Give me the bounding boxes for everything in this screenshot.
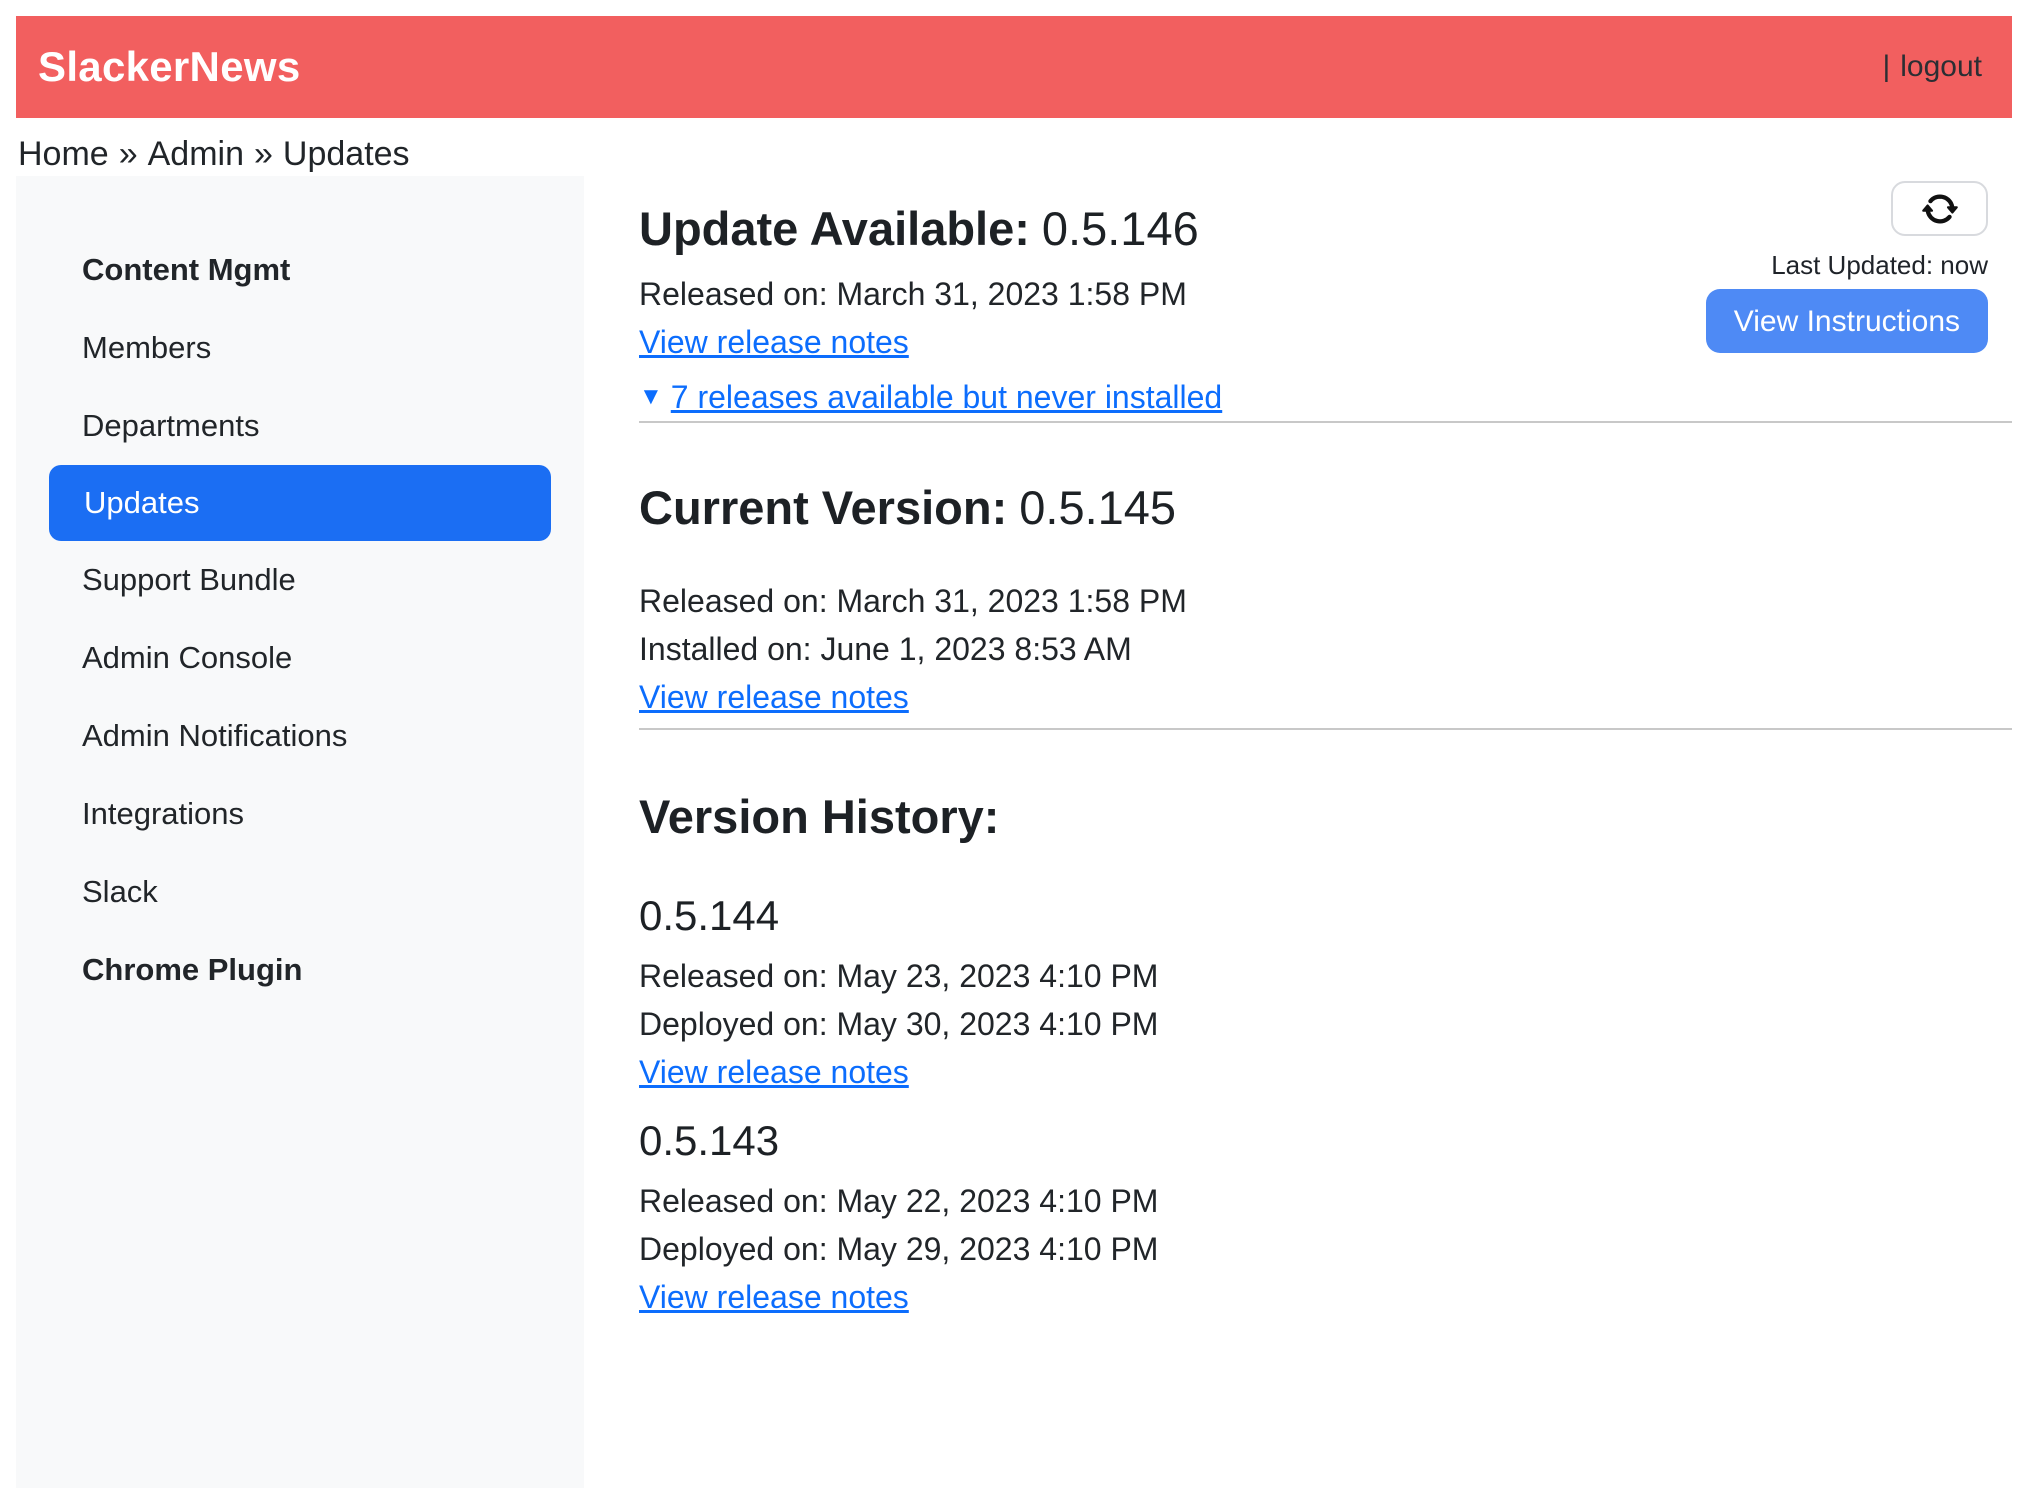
current-version-section: Current Version:0.5.145 Released on: Mar… bbox=[639, 479, 2012, 728]
history-released-on: Released on: May 23, 2023 4:10 PM bbox=[639, 952, 2012, 1000]
caret-down-icon: ▼ bbox=[639, 373, 663, 421]
section-divider bbox=[639, 728, 2012, 730]
current-version-label: Current Version: bbox=[639, 481, 1007, 534]
breadcrumb-separator: » bbox=[254, 135, 273, 173]
sidebar-item-members[interactable]: Members bbox=[16, 309, 584, 387]
sidebar-item-admin-console[interactable]: Admin Console bbox=[16, 619, 584, 697]
releases-toggle-line: ▼ 7 releases available but never install… bbox=[639, 373, 2012, 421]
current-released-on: Released on: March 31, 2023 1:58 PM bbox=[639, 577, 2012, 625]
app-title: SlackerNews bbox=[38, 43, 300, 91]
logout-area: | logout bbox=[1882, 50, 1982, 84]
sidebar-item-admin-notifications[interactable]: Admin Notifications bbox=[16, 697, 584, 775]
breadcrumb-home[interactable]: Home bbox=[18, 135, 109, 173]
logout-separator: | bbox=[1882, 50, 1890, 84]
view-release-notes-link[interactable]: View release notes bbox=[639, 1054, 909, 1090]
top-header-bar: SlackerNews | logout bbox=[16, 16, 2012, 118]
sidebar: Content Mgmt Members Departments Updates… bbox=[16, 176, 584, 1488]
last-updated-text: Last Updated: now bbox=[1771, 252, 1988, 278]
current-version-number: 0.5.145 bbox=[1019, 481, 1176, 534]
view-release-notes-link[interactable]: View release notes bbox=[639, 324, 909, 360]
section-divider bbox=[639, 421, 2012, 423]
sidebar-item-slack[interactable]: Slack bbox=[16, 853, 584, 931]
page: SlackerNews | logout Home»Admin»Updates … bbox=[0, 0, 2028, 1510]
history-deployed-on: Deployed on: May 30, 2023 4:10 PM bbox=[639, 1000, 2012, 1048]
refresh-icon bbox=[1922, 191, 1958, 227]
refresh-button[interactable] bbox=[1891, 181, 1988, 236]
content-layout: Content Mgmt Members Departments Updates… bbox=[16, 176, 2012, 1488]
version-history-section: Version History: 0.5.144 Released on: Ma… bbox=[639, 788, 2012, 1328]
history-version-number: 0.5.144 bbox=[639, 890, 2012, 942]
update-check-panel: Last Updated: now View Instructions bbox=[1706, 181, 1988, 353]
history-released-on: Released on: May 22, 2023 4:10 PM bbox=[639, 1177, 2012, 1225]
view-release-notes-link[interactable]: View release notes bbox=[639, 679, 909, 715]
view-release-notes-link[interactable]: View release notes bbox=[639, 1279, 909, 1315]
breadcrumb-admin[interactable]: Admin bbox=[148, 135, 244, 173]
history-version-number: 0.5.143 bbox=[639, 1115, 2012, 1167]
releases-toggle-link[interactable]: 7 releases available but never installed bbox=[671, 373, 1222, 421]
breadcrumb: Home » Admin » Updates bbox=[16, 118, 2012, 176]
view-instructions-button[interactable]: View Instructions bbox=[1706, 289, 1988, 353]
current-installed-on: Installed on: June 1, 2023 8:53 AM bbox=[639, 625, 2012, 673]
sidebar-item-updates[interactable]: Updates bbox=[49, 465, 551, 541]
version-history-heading: Version History: bbox=[639, 788, 2012, 846]
sidebar-item-integrations[interactable]: Integrations bbox=[16, 775, 584, 853]
breadcrumb-updates[interactable]: Updates bbox=[283, 135, 410, 173]
history-deployed-on: Deployed on: May 29, 2023 4:10 PM bbox=[639, 1225, 2012, 1273]
version-history-entry: 0.5.144 Released on: May 23, 2023 4:10 P… bbox=[639, 890, 2012, 1103]
sidebar-item-chrome-plugin[interactable]: Chrome Plugin bbox=[16, 931, 584, 1009]
logout-link[interactable]: logout bbox=[1900, 50, 1982, 84]
breadcrumb-separator: » bbox=[119, 135, 138, 173]
sidebar-item-content-mgmt[interactable]: Content Mgmt bbox=[16, 231, 584, 309]
update-available-version: 0.5.146 bbox=[1042, 202, 1199, 255]
sidebar-item-support-bundle[interactable]: Support Bundle bbox=[16, 541, 584, 619]
version-history-entry: 0.5.143 Released on: May 22, 2023 4:10 P… bbox=[639, 1115, 2012, 1328]
update-available-label: Update Available: bbox=[639, 202, 1030, 255]
main-content: Last Updated: now View Instructions Upda… bbox=[584, 176, 2012, 1488]
sidebar-item-departments[interactable]: Departments bbox=[16, 387, 584, 465]
current-version-heading: Current Version:0.5.145 bbox=[639, 479, 2012, 537]
